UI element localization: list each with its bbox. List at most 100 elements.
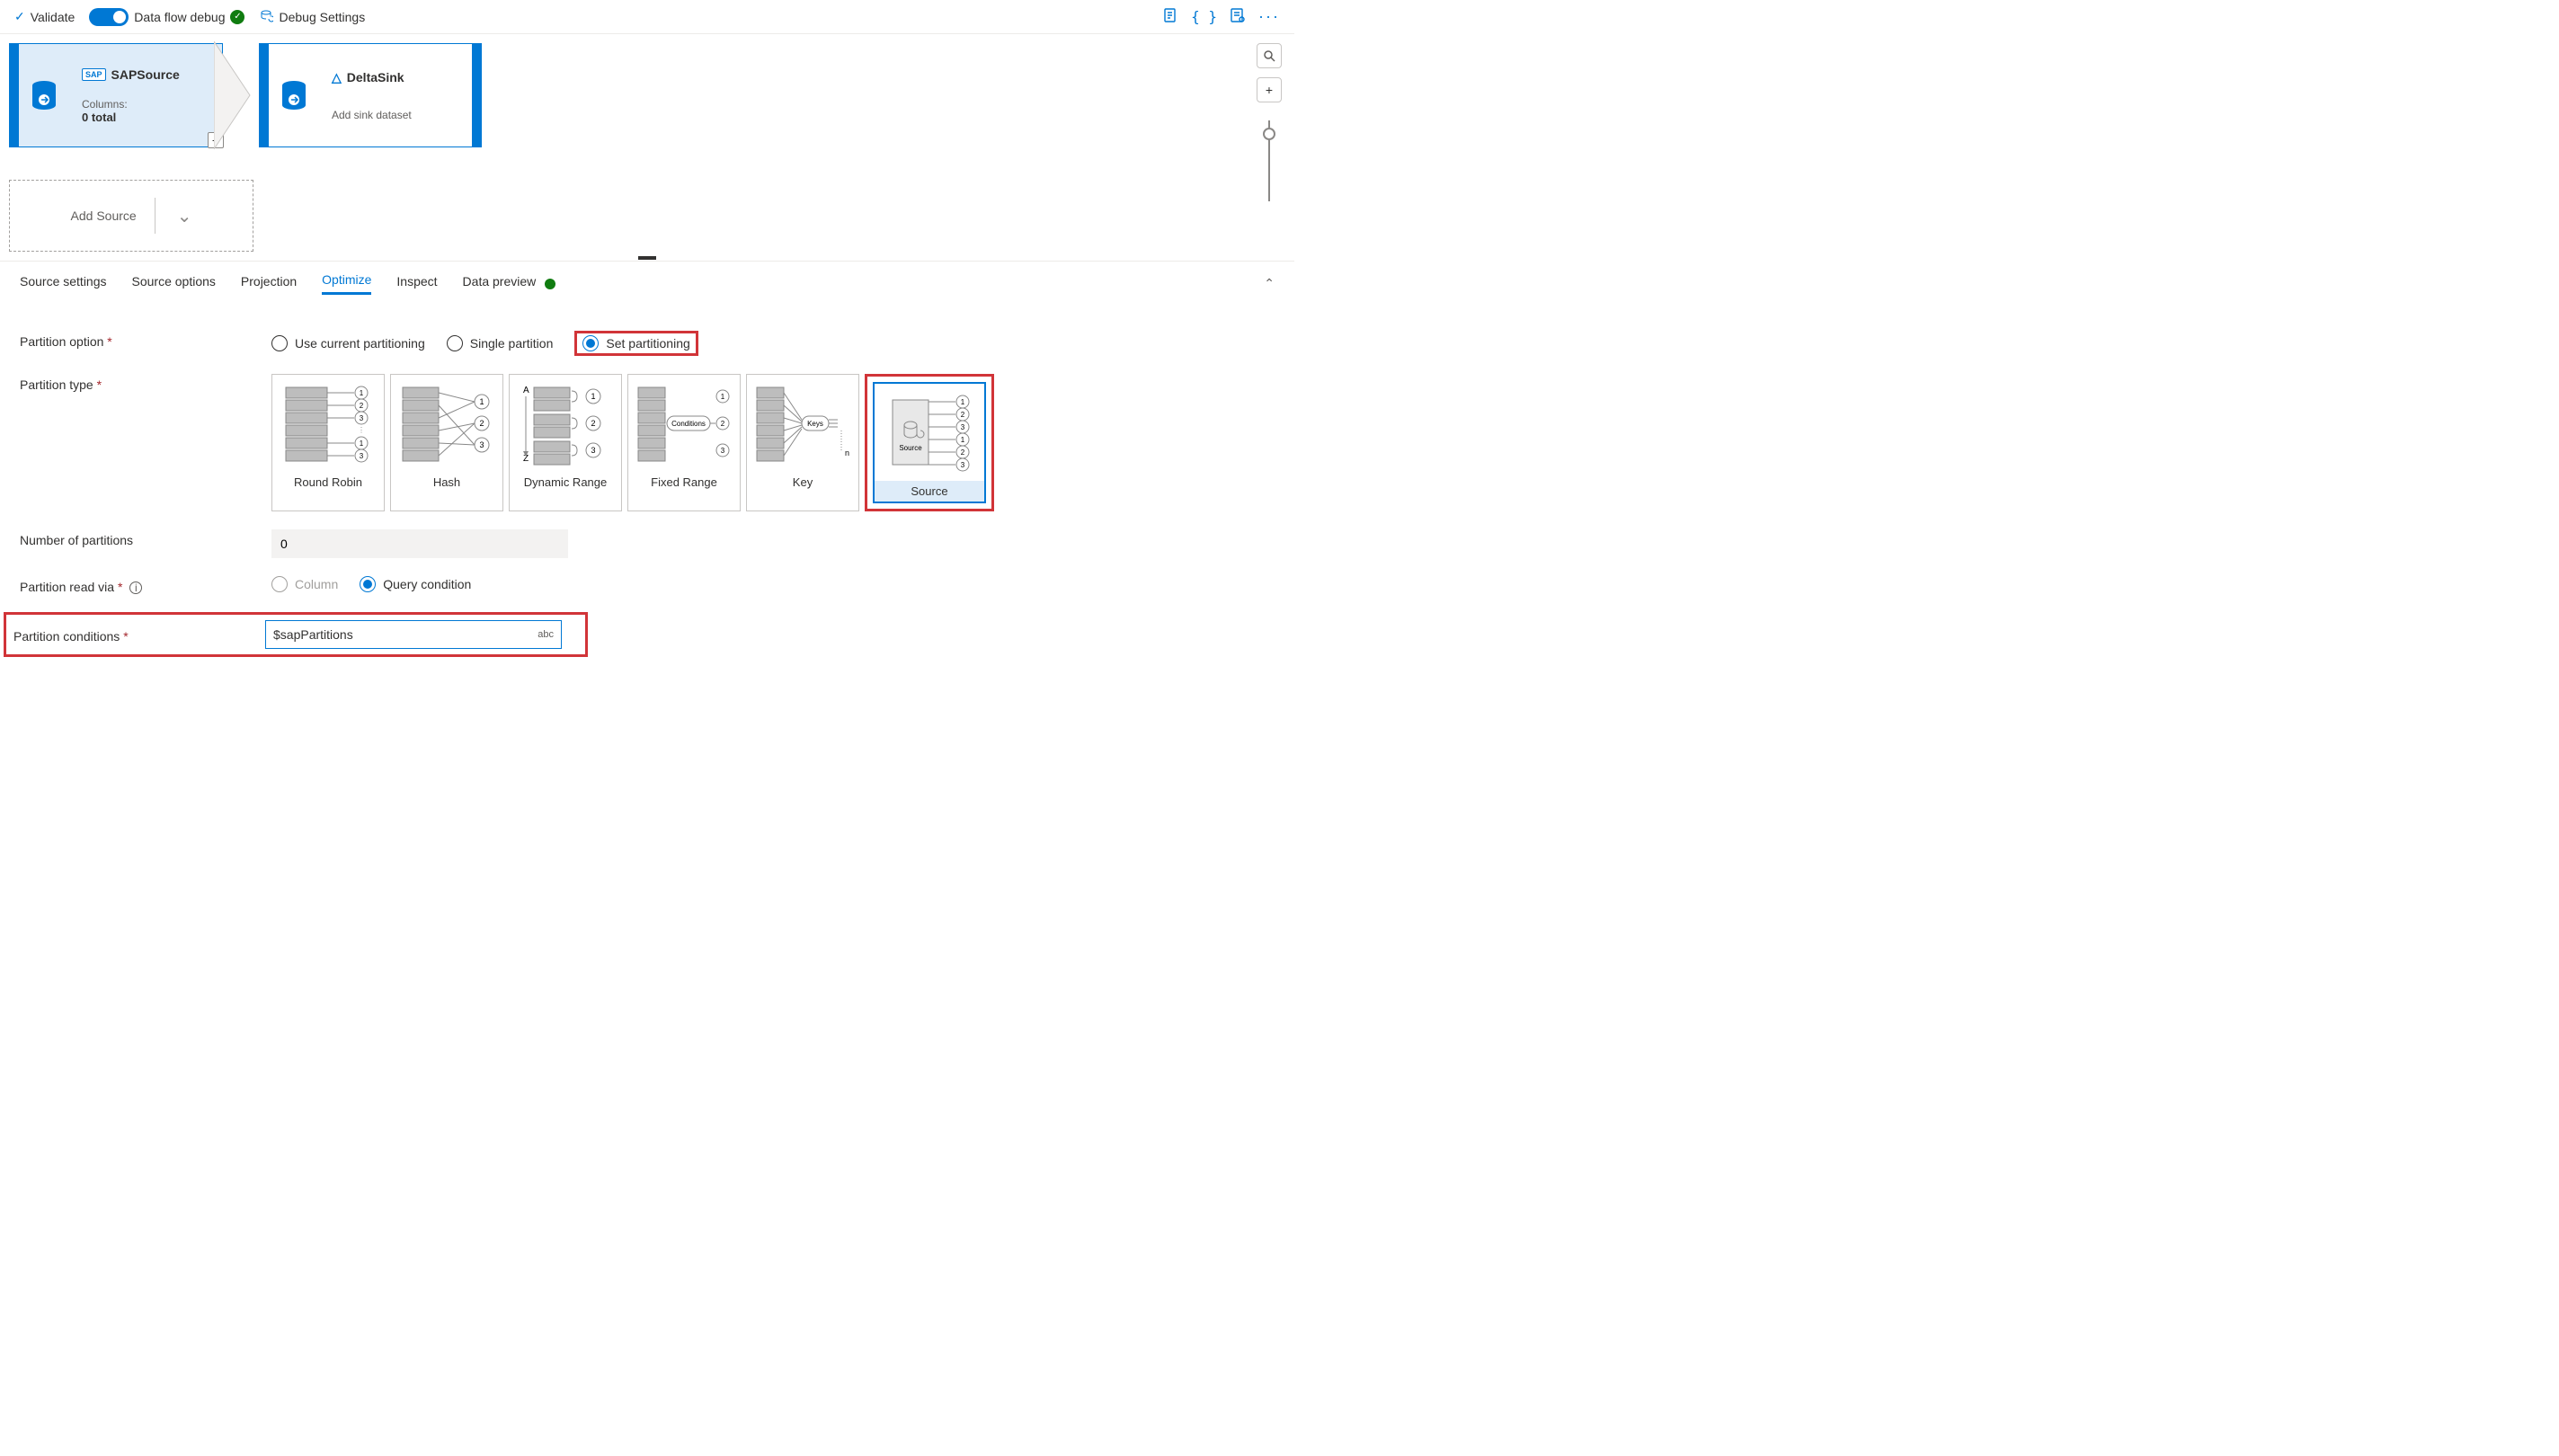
- radio-query-condition[interactable]: Query condition: [360, 576, 471, 592]
- check-icon: ✓: [14, 9, 25, 24]
- node-accent: [472, 44, 481, 146]
- num-partitions-input[interactable]: [271, 529, 568, 558]
- radio-label: Column: [295, 577, 338, 591]
- add-source-button[interactable]: Add Source ⌄: [9, 180, 253, 252]
- num-partitions-label: Number of partitions: [20, 533, 133, 547]
- conditions-value: $sapPartitions: [273, 627, 353, 642]
- card-label: Hash: [430, 472, 464, 493]
- svg-text:2: 2: [961, 411, 965, 419]
- conditions-input[interactable]: $sapPartitions abc: [265, 620, 562, 649]
- properties-icon[interactable]: [1230, 7, 1246, 26]
- validate-button[interactable]: ✓ Validate: [14, 9, 75, 24]
- radio-set-partitioning[interactable]: Set partitioning: [582, 335, 689, 351]
- sink-title: DeltaSink: [347, 70, 404, 84]
- source-title: SAPSource: [111, 67, 180, 82]
- svg-text:Source: Source: [899, 444, 922, 452]
- source-columns-value: 0 total: [82, 111, 209, 124]
- card-label: Key: [789, 472, 816, 493]
- svg-text:3: 3: [360, 414, 364, 422]
- source-columns-label: Columns:: [82, 98, 209, 111]
- radio-label: Set partitioning: [606, 336, 689, 351]
- settings-refresh-icon: [259, 8, 273, 25]
- radio-label: Single partition: [470, 336, 554, 351]
- svg-text:2: 2: [479, 419, 484, 428]
- radio-column: Column: [271, 576, 338, 592]
- radio-current-partitioning[interactable]: Use current partitioning: [271, 335, 425, 351]
- flow-arrow: [223, 43, 259, 147]
- card-source[interactable]: Source123123 Source: [873, 382, 986, 503]
- svg-text:2: 2: [721, 420, 725, 428]
- svg-text:Conditions: Conditions: [671, 420, 706, 428]
- db-source-icon: [19, 80, 69, 111]
- svg-text:3: 3: [961, 423, 965, 431]
- debug-toggle-group: Data flow debug ✓: [89, 8, 244, 26]
- tab-projection[interactable]: Projection: [241, 274, 297, 294]
- svg-text:A: A: [523, 386, 529, 395]
- debug-toggle[interactable]: [89, 8, 129, 26]
- sink-node[interactable]: △ DeltaSink Add sink dataset: [259, 43, 482, 147]
- radio-label: Query condition: [383, 577, 471, 591]
- status-ok-icon: ✓: [230, 10, 244, 24]
- svg-text:1: 1: [721, 393, 725, 401]
- debug-settings-label: Debug Settings: [279, 10, 365, 24]
- svg-text:2: 2: [961, 448, 965, 457]
- highlight-set-partitioning: Set partitioning: [574, 331, 698, 356]
- script-icon[interactable]: [1162, 7, 1178, 26]
- highlight-source-card: Source123123 Source: [865, 374, 994, 511]
- radio-label: Use current partitioning: [295, 336, 425, 351]
- db-sink-icon: [269, 80, 319, 111]
- validate-label: Validate: [31, 10, 76, 24]
- partition-option-label: Partition option: [20, 334, 103, 349]
- card-round-robin[interactable]: 123⋮13 Round Robin: [271, 374, 385, 511]
- read-via-label: Partition read via: [20, 580, 114, 594]
- tab-source-options[interactable]: Source options: [132, 274, 216, 294]
- delta-icon: △: [332, 70, 342, 85]
- expr-type-badge: abc: [538, 629, 554, 640]
- zoom-in-button[interactable]: +: [1257, 77, 1282, 102]
- card-dynamic-range[interactable]: AZ123 Dynamic Range: [509, 374, 622, 511]
- required-icon: *: [118, 580, 122, 594]
- conditions-label: Partition conditions: [13, 629, 120, 644]
- braces-icon[interactable]: { }: [1191, 8, 1217, 25]
- card-fixed-range[interactable]: Conditions 1 2 3 Fixed Range: [627, 374, 741, 511]
- slider-thumb[interactable]: [1263, 128, 1275, 140]
- source-node[interactable]: SAPSAPSource Columns: 0 total +: [9, 43, 223, 147]
- card-label: Fixed Range: [647, 472, 721, 493]
- card-key[interactable]: Keysn Key: [746, 374, 859, 511]
- add-source-label: Add Source: [71, 209, 137, 223]
- sap-icon: SAP: [82, 68, 106, 81]
- radio-single-partition[interactable]: Single partition: [447, 335, 554, 351]
- svg-text:3: 3: [360, 452, 364, 460]
- svg-text:3: 3: [961, 461, 965, 469]
- svg-text:1: 1: [961, 436, 965, 444]
- svg-text:Z: Z: [523, 454, 529, 464]
- sink-sub: Add sink dataset: [332, 109, 459, 121]
- chevron-down-icon: ⌄: [155, 198, 192, 234]
- tab-inspect[interactable]: Inspect: [396, 274, 437, 294]
- svg-text:n: n: [845, 448, 849, 457]
- svg-text:1: 1: [360, 439, 364, 448]
- tab-data-preview[interactable]: Data preview: [463, 274, 537, 294]
- svg-text:3: 3: [721, 447, 725, 455]
- partition-type-label: Partition type: [20, 377, 93, 392]
- highlight-conditions: Partition conditions * $sapPartitions ab…: [4, 612, 588, 657]
- tab-optimize[interactable]: Optimize: [322, 272, 371, 295]
- preview-status-icon: [545, 279, 555, 289]
- more-icon[interactable]: ···: [1258, 7, 1280, 26]
- svg-text:2: 2: [591, 419, 595, 428]
- card-hash[interactable]: 123 Hash: [390, 374, 503, 511]
- info-icon[interactable]: i: [129, 582, 142, 594]
- svg-text:1: 1: [479, 397, 484, 406]
- collapse-panel-icon[interactable]: ⌃: [1264, 276, 1275, 291]
- card-label: Round Robin: [290, 472, 366, 493]
- required-icon: *: [123, 629, 128, 644]
- tab-source-settings[interactable]: Source settings: [20, 274, 107, 294]
- svg-text:3: 3: [591, 446, 595, 455]
- zoom-slider[interactable]: [1268, 120, 1270, 201]
- svg-text:1: 1: [591, 392, 595, 401]
- required-icon: *: [97, 377, 102, 392]
- search-button[interactable]: [1257, 43, 1282, 68]
- debug-label: Data flow debug: [134, 10, 225, 24]
- required-icon: *: [107, 334, 111, 349]
- debug-settings-button[interactable]: Debug Settings: [259, 8, 365, 25]
